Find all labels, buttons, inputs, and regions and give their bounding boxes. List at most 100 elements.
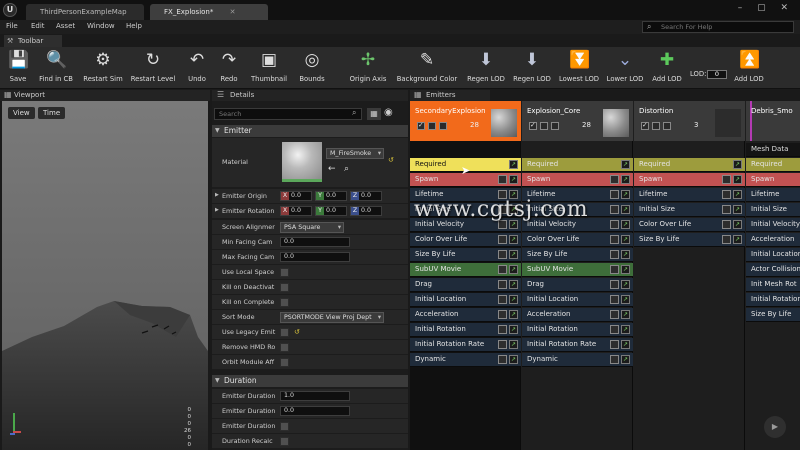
lower-lod-button[interactable]: ⌄ Lower LOD — [606, 49, 644, 83]
module-color-over-life[interactable]: Color Over Life ↗ — [634, 218, 745, 232]
origin-y-field[interactable]: Y 0.0 — [315, 191, 347, 201]
module-enable-checkbox[interactable] — [498, 310, 507, 319]
module-enable-checkbox[interactable] — [610, 355, 619, 364]
curve-editor-icon[interactable]: ↗ — [509, 340, 518, 349]
curve-editor-icon[interactable]: ↗ — [733, 220, 742, 229]
module-enable-checkbox[interactable] — [722, 235, 731, 244]
render-mode-icon[interactable] — [540, 122, 548, 130]
curve-editor-icon[interactable]: ↗ — [621, 205, 630, 214]
emitter-header[interactable]: Distortion 3 — [634, 101, 745, 141]
rotation-z-field[interactable]: Z 0.0 — [350, 206, 382, 216]
emitter-header[interactable]: Explosion_Core 28 — [522, 101, 633, 141]
lowest-lod-button[interactable]: ⏬ Lowest LOD — [558, 49, 600, 83]
add-lod-2-button[interactable]: ⏫ Add LOD — [732, 49, 766, 83]
module-spawn[interactable]: Spawn ↗ — [522, 173, 633, 187]
module-enable-checkbox[interactable] — [722, 175, 731, 184]
module-enable-checkbox[interactable] — [610, 265, 619, 274]
viewport[interactable]: View Time 0 0 0 26 0 0 — [2, 101, 208, 450]
curve-editor-icon[interactable]: ↗ — [509, 160, 518, 169]
origin-z-field[interactable]: Z 0.0 — [350, 191, 382, 201]
section-duration[interactable]: ▼ Duration — [212, 375, 408, 387]
curve-editor-icon[interactable]: ↗ — [733, 160, 742, 169]
rotation-y-field[interactable]: Y 0.0 — [315, 206, 347, 216]
browse-icon[interactable]: ⌕ — [344, 164, 349, 174]
module-acceleration[interactable]: Acceleration ↗ — [522, 308, 633, 322]
curve-editor-icon[interactable]: ↗ — [621, 340, 630, 349]
eye-icon[interactable]: ◉ — [384, 107, 393, 118]
solo-icon[interactable] — [663, 122, 671, 130]
module-initial-velocity[interactable]: Initial Velocity — [746, 218, 800, 232]
undo-button[interactable]: ↶ Undo — [184, 49, 210, 83]
window-controls[interactable]: – ▢ ✕ — [738, 3, 794, 13]
expand-arrow-icon[interactable]: ▶ — [215, 192, 219, 198]
curve-editor-icon[interactable]: ↗ — [733, 190, 742, 199]
checkbox[interactable] — [280, 268, 289, 277]
curve-editor-icon[interactable]: ↗ — [621, 265, 630, 274]
close-tab-icon[interactable]: ✕ — [230, 8, 236, 16]
curve-editor-icon[interactable]: ↗ — [621, 160, 630, 169]
module-initial-rotation[interactable]: Initial Rotation — [746, 293, 800, 307]
add-lod-button[interactable]: ✚ Add LOD — [650, 49, 684, 83]
checkbox[interactable] — [280, 283, 289, 292]
module-enable-checkbox[interactable] — [498, 280, 507, 289]
tab-third-person-example-map[interactable]: ThirdPersonExampleMap — [26, 4, 144, 20]
module-spawn[interactable]: Spawn — [746, 173, 800, 187]
material-combo[interactable]: M_FireSmoke ▾ — [326, 148, 384, 159]
module-enable-checkbox[interactable] — [610, 250, 619, 259]
module-size-by-life[interactable]: Size By Life ↗ — [522, 248, 633, 262]
curve-editor-icon[interactable]: ↗ — [621, 190, 630, 199]
origin-x-field[interactable]: X 0.0 — [280, 191, 312, 201]
module-lifetime[interactable]: Lifetime — [746, 188, 800, 202]
redo-button[interactable]: ↷ Redo — [216, 49, 242, 83]
module-initial-rotation[interactable]: Initial Rotation ↗ — [522, 323, 633, 337]
emitter-column-distortion[interactable]: Distortion3Required↗Spawn↗Lifetime↗Initi… — [634, 101, 745, 450]
property-matrix-icon[interactable]: ▦ — [367, 108, 381, 120]
render-mode-icon[interactable] — [428, 122, 436, 130]
module-mesh-data[interactable]: Mesh Data — [746, 143, 800, 157]
reset-to-default-icon[interactable]: ↺ — [294, 328, 300, 336]
solo-icon[interactable] — [439, 122, 447, 130]
module-enable-checkbox[interactable] — [498, 175, 507, 184]
module-enable-checkbox[interactable] — [610, 205, 619, 214]
solo-icon[interactable] — [551, 122, 559, 130]
menu-file[interactable]: File — [6, 22, 18, 30]
module-lifetime[interactable]: Lifetime ↗ — [634, 188, 745, 202]
curve-editor-icon[interactable]: ↗ — [621, 310, 630, 319]
rotation-x-field[interactable]: X 0.0 — [280, 206, 312, 216]
curve-editor-icon[interactable]: ↗ — [621, 280, 630, 289]
module-size-by-life[interactable]: Size By Life ↗ — [410, 248, 521, 262]
emitter-column-debris-smo[interactable]: Debris_Smo Mesh Data Required Spawn Lifetime… — [746, 101, 800, 450]
curve-editor-icon[interactable]: ↗ — [509, 250, 518, 259]
module-enable-checkbox[interactable] — [498, 250, 507, 259]
module-enable-checkbox[interactable] — [498, 265, 507, 274]
restart-sim-button[interactable]: ⚙ Restart Sim — [82, 49, 124, 83]
module-subuv-movie[interactable]: SubUV Movie ↗ — [522, 263, 633, 277]
checkbox[interactable] — [280, 343, 289, 352]
emitter-header[interactable]: SecondaryExplosion 28 — [410, 101, 521, 141]
origin-axis-button[interactable]: ✢ Origin Axis — [348, 49, 388, 83]
curve-editor-icon[interactable]: ↗ — [509, 325, 518, 334]
module-size-by-life[interactable]: Size By Life ↗ — [634, 233, 745, 247]
module-dynamic[interactable]: Dynamic ↗ — [522, 353, 633, 367]
module-initial-size[interactable]: Initial Size — [746, 203, 800, 217]
module-enable-checkbox[interactable] — [498, 235, 507, 244]
number-field[interactable]: 1.0 — [280, 391, 350, 401]
module-initial-location[interactable]: Initial Location ↗ — [522, 293, 633, 307]
module-enable-checkbox[interactable] — [610, 310, 619, 319]
curve-editor-icon[interactable]: ↗ — [621, 235, 630, 244]
use-selected-arrow-icon[interactable]: ← — [328, 164, 336, 174]
module-enable-checkbox[interactable] — [610, 175, 619, 184]
module-initial-location[interactable]: Initial Location — [746, 248, 800, 262]
checkbox[interactable] — [280, 358, 289, 367]
module-initial-location[interactable]: Initial Location ↗ — [410, 293, 521, 307]
curve-editor-icon[interactable]: ↗ — [621, 325, 630, 334]
module-enable-checkbox[interactable] — [610, 325, 619, 334]
curve-editor-icon[interactable]: ↗ — [621, 295, 630, 304]
module-enable-checkbox[interactable] — [610, 340, 619, 349]
tab-viewport[interactable]: ▦ Viewport — [0, 90, 210, 101]
tab-emitters[interactable]: ▦ Emitters — [410, 90, 490, 101]
module-actor-collision[interactable]: Actor Collision — [746, 263, 800, 277]
curve-editor-icon[interactable]: ↗ — [509, 235, 518, 244]
module-enable-checkbox[interactable] — [498, 340, 507, 349]
module-required[interactable]: Required ↗ — [522, 158, 633, 172]
